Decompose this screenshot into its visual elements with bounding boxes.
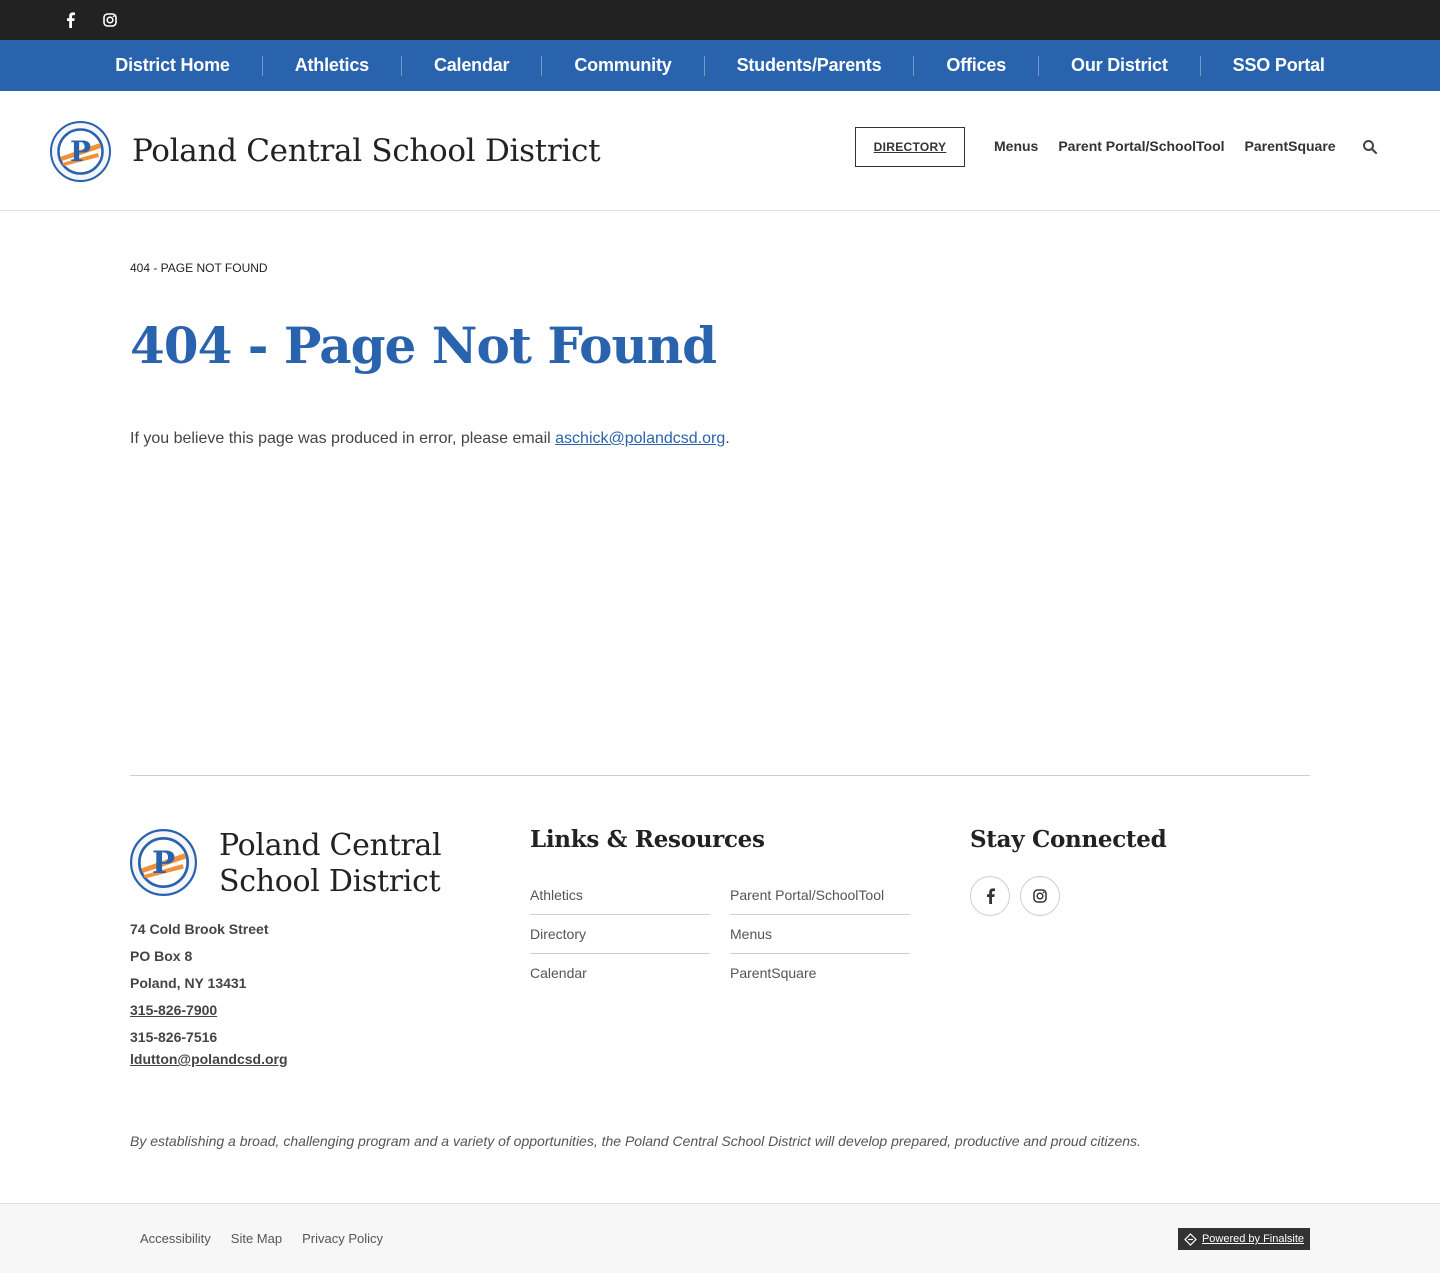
utility-link-parent-portal[interactable]: Parent Portal/SchoolTool: [1058, 138, 1224, 154]
footer-facebook-icon[interactable]: [970, 876, 1010, 916]
site-header: P Poland Central School District DIRECTO…: [0, 91, 1440, 211]
address-po-box: PO Box 8: [130, 948, 193, 964]
utility-link-menus[interactable]: Menus: [994, 138, 1038, 154]
powered-by-finalsite-badge[interactable]: Powered by Finalsite: [1178, 1228, 1310, 1250]
utility-link-parentsquare[interactable]: ParentSquare: [1245, 138, 1336, 154]
site-map-link[interactable]: Site Map: [231, 1231, 282, 1246]
nav-offices[interactable]: Offices: [914, 55, 1038, 76]
nav-students-parents[interactable]: Students/Parents: [705, 55, 914, 76]
footer-link-athletics[interactable]: Athletics: [530, 876, 710, 915]
contact-email-link[interactable]: aschick@polandcsd.org: [555, 430, 725, 447]
nav-our-district[interactable]: Our District: [1039, 55, 1200, 76]
footer-instagram-icon[interactable]: [1020, 876, 1060, 916]
stay-connected-heading: Stay Connected: [970, 826, 1167, 853]
mission-statement: By establishing a broad, challenging pro…: [130, 1133, 1141, 1149]
footer-link-calendar[interactable]: Calendar: [530, 954, 710, 993]
legal-links: Accessibility Site Map Privacy Policy: [140, 1231, 383, 1246]
nav-sso-portal[interactable]: SSO Portal: [1201, 55, 1357, 76]
svg-text:P: P: [70, 135, 91, 168]
breadcrumb: 404 - PAGE NOT FOUND: [130, 261, 268, 275]
district-logo[interactable]: P: [50, 121, 111, 182]
instagram-icon[interactable]: [100, 10, 120, 30]
footer-link-parent-portal[interactable]: Parent Portal/SchoolTool: [730, 876, 910, 915]
error-message: If you believe this page was produced in…: [130, 430, 730, 447]
address-street: 74 Cold Brook Street: [130, 921, 269, 937]
footer-email-link[interactable]: ldutton@polandcsd.org: [130, 1051, 288, 1067]
nav-calendar[interactable]: Calendar: [402, 55, 541, 76]
search-icon[interactable]: [1362, 139, 1378, 155]
footer-link-directory[interactable]: Directory: [530, 915, 710, 954]
footer-divider: [130, 775, 1310, 776]
finalsite-logo-icon: [1184, 1232, 1197, 1246]
utility-links: Menus Parent Portal/SchoolTool ParentSqu…: [994, 138, 1336, 154]
social-topbar: [0, 0, 1440, 40]
directory-button[interactable]: DIRECTORY: [855, 127, 965, 167]
main-navigation: District Home Athletics Calendar Communi…: [0, 40, 1440, 91]
footer-logo[interactable]: P: [130, 829, 197, 896]
links-resources-list: Athletics Parent Portal/SchoolTool Direc…: [530, 876, 910, 993]
page-title: 404 - Page Not Found: [130, 316, 717, 375]
footer-link-menus[interactable]: Menus: [730, 915, 910, 954]
site-title[interactable]: Poland Central School District: [132, 133, 601, 169]
accessibility-link[interactable]: Accessibility: [140, 1231, 211, 1246]
nav-community[interactable]: Community: [542, 55, 703, 76]
privacy-policy-link[interactable]: Privacy Policy: [302, 1231, 383, 1246]
footer-social: [970, 876, 1060, 916]
nav-district-home[interactable]: District Home: [83, 55, 261, 76]
address-city: Poland, NY 13431: [130, 975, 247, 991]
facebook-icon[interactable]: [60, 10, 80, 30]
bottom-bar: Accessibility Site Map Privacy Policy Po…: [0, 1203, 1440, 1273]
nav-athletics[interactable]: Athletics: [263, 55, 401, 76]
links-resources-heading: Links & Resources: [530, 826, 765, 853]
footer-address: 74 Cold Brook Street PO Box 8 Poland, NY…: [130, 919, 288, 1069]
footer-link-parentsquare[interactable]: ParentSquare: [730, 954, 910, 993]
footer-site-title: Poland Central School District: [219, 828, 442, 899]
phone-link[interactable]: 315-826-7900: [130, 1002, 217, 1018]
svg-text:P: P: [152, 845, 175, 881]
